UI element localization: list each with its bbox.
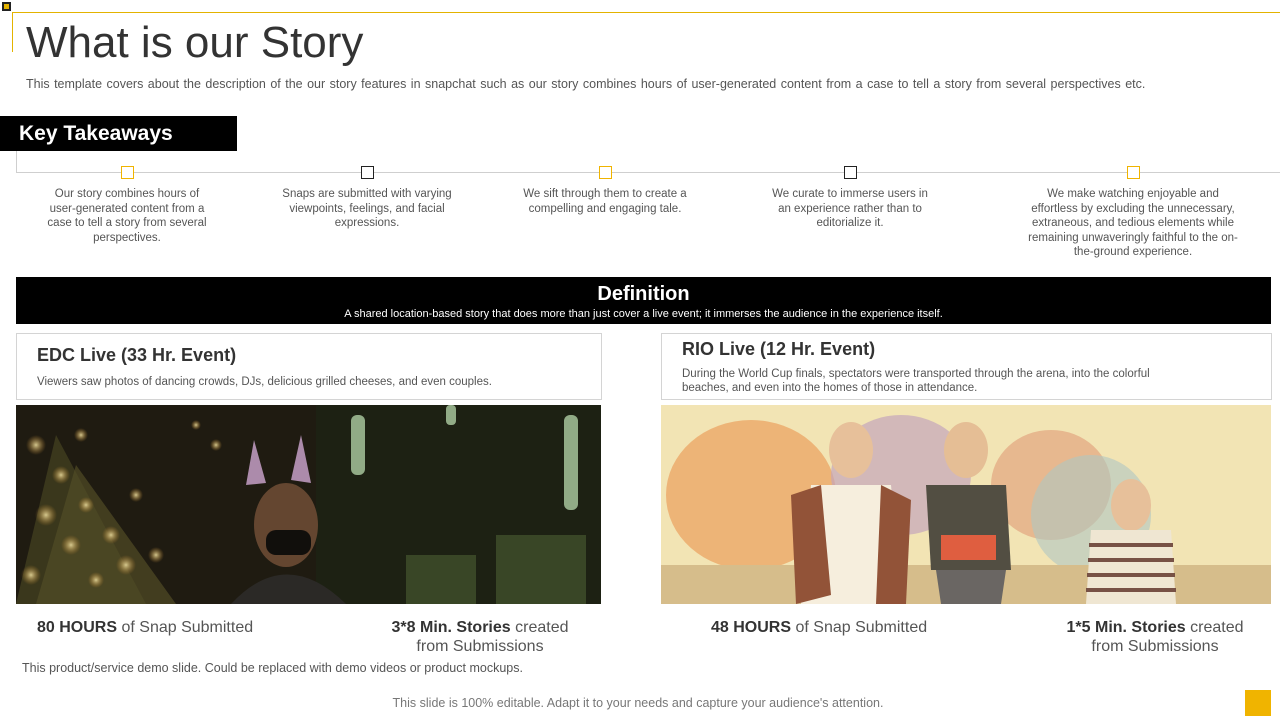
corner-marker bbox=[2, 2, 11, 11]
event-title: EDC Live (33 Hr. Event) bbox=[37, 345, 237, 365]
rio-crowd-photo bbox=[661, 405, 1271, 604]
takeaway-item: We sift through them to create a compell… bbox=[520, 166, 690, 216]
definition-banner: Definition A shared location-based story… bbox=[16, 277, 1271, 324]
definition-text: A shared location-based story that does … bbox=[344, 308, 943, 320]
definition-title: Definition bbox=[597, 283, 690, 305]
corner-accent bbox=[1245, 690, 1271, 716]
takeaway-text: We make watching enjoyable and effortles… bbox=[1028, 188, 1238, 258]
demo-note: This product/service demo slide. Could b… bbox=[22, 661, 523, 675]
event-description: During the World Cup finals, spectators … bbox=[682, 368, 1150, 394]
stat-label: from Submissions bbox=[416, 638, 544, 655]
stat-label: of Snap Submitted bbox=[791, 619, 928, 636]
key-takeaways-label: Key Takeaways bbox=[0, 116, 237, 151]
takeaway-text: We curate to immerse users in an experie… bbox=[772, 188, 928, 229]
header-rule-vertical bbox=[12, 12, 13, 52]
edc-stories-stat: 3*8 Min. Stories created from Submission… bbox=[360, 618, 600, 656]
stat-label: created bbox=[1185, 619, 1244, 636]
takeaway-text: Snaps are submitted with varying viewpoi… bbox=[282, 188, 452, 229]
page-title: What is our Story bbox=[26, 18, 364, 67]
stat-value: 48 HOURS bbox=[711, 619, 792, 636]
header-rule bbox=[12, 12, 1280, 13]
square-marker-icon bbox=[120, 166, 134, 179]
takeaway-item: Snaps are submitted with varying viewpoi… bbox=[282, 166, 452, 231]
stat-value: 3*8 Min. Stories bbox=[391, 619, 511, 636]
edc-festival-photo bbox=[16, 405, 601, 604]
rio-hours-stat: 48 HOURS of Snap Submitted bbox=[711, 618, 927, 637]
stat-label: from Submissions bbox=[1091, 638, 1219, 655]
stat-value: 80 HOURS bbox=[37, 619, 118, 636]
edc-hours-stat: 80 HOURS of Snap Submitted bbox=[37, 618, 253, 637]
square-marker-icon bbox=[598, 166, 612, 179]
takeaway-text: Our story combines hours of user-generat… bbox=[47, 188, 207, 244]
event-card-rio: RIO Live (12 Hr. Event) During the World… bbox=[661, 333, 1272, 400]
event-description: Viewers saw photos of dancing crowds, DJ… bbox=[37, 376, 492, 388]
square-marker-icon bbox=[360, 166, 374, 179]
page-subtitle: This template covers about the descripti… bbox=[26, 77, 1146, 91]
square-marker-icon bbox=[843, 166, 857, 179]
takeaway-text: We sift through them to create a compell… bbox=[523, 188, 687, 215]
takeaway-item: We make watching enjoyable and effortles… bbox=[1023, 166, 1243, 260]
event-card-edc: EDC Live (33 Hr. Event) Viewers saw phot… bbox=[16, 333, 602, 400]
footer-note: This slide is 100% editable. Adapt it to… bbox=[392, 696, 884, 710]
rio-stories-stat: 1*5 Min. Stories created from Submission… bbox=[1035, 618, 1275, 656]
stat-label: of Snap Submitted bbox=[117, 619, 254, 636]
event-title: RIO Live (12 Hr. Event) bbox=[682, 339, 876, 359]
stat-value: 1*5 Min. Stories bbox=[1066, 619, 1186, 636]
stat-label: created bbox=[510, 619, 569, 636]
takeaway-item: We curate to immerse users in an experie… bbox=[765, 166, 935, 231]
takeaway-item: Our story combines hours of user-generat… bbox=[42, 166, 212, 245]
timeline-connector bbox=[16, 151, 17, 172]
square-marker-icon bbox=[1126, 166, 1140, 179]
